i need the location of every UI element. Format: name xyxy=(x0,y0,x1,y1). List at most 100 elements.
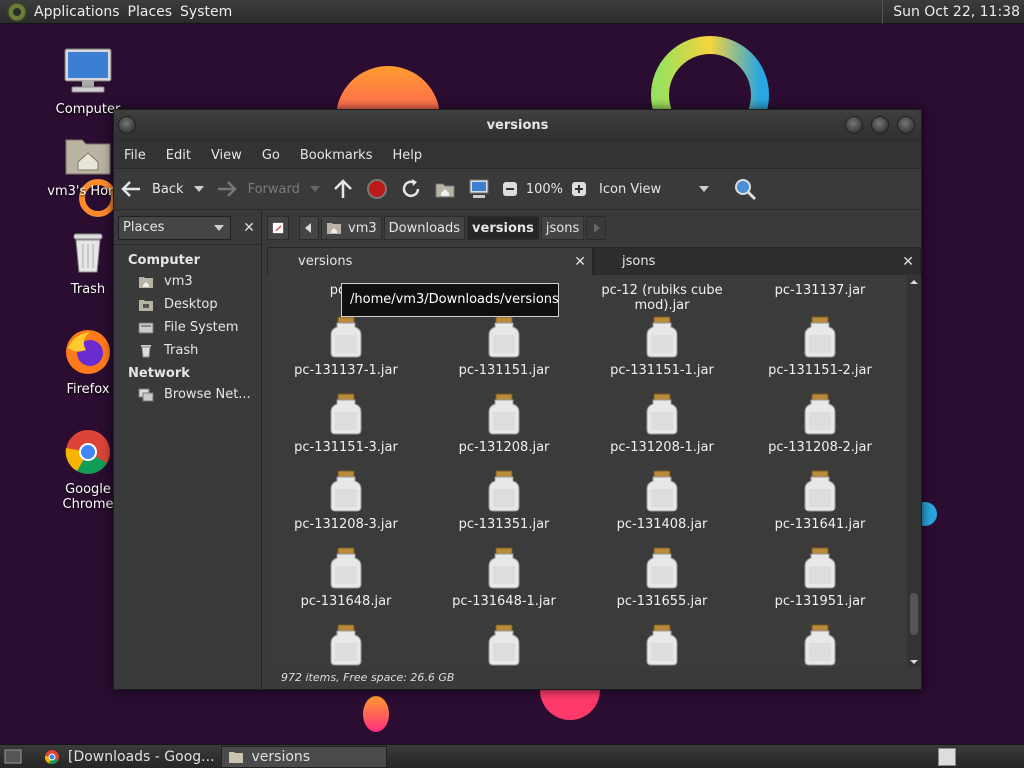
file-item[interactable]: pc-12 (rubiks cube mod).jar xyxy=(583,283,741,313)
home-button[interactable] xyxy=(428,174,462,204)
file-label: pc-131408.jar xyxy=(616,517,708,532)
edit-location-button[interactable] xyxy=(267,216,289,240)
home-folder-icon xyxy=(139,276,153,288)
sidebar-item-browse-network[interactable]: Browse Net... xyxy=(114,383,261,406)
show-desktop-icon xyxy=(4,749,22,763)
zoom-in-button[interactable] xyxy=(565,174,593,204)
file-item[interactable]: pc-131208-1.jar xyxy=(583,392,741,455)
file-item[interactable] xyxy=(583,623,741,667)
back-arrow-icon xyxy=(121,181,140,197)
up-button[interactable] xyxy=(326,174,360,204)
menu-go[interactable]: Go xyxy=(252,148,290,163)
file-item[interactable]: pc-131151-3.jar xyxy=(267,392,425,455)
back-history-dropdown[interactable] xyxy=(193,186,204,192)
scrollbar-thumb[interactable] xyxy=(910,593,918,635)
breadcrumb-vm3[interactable]: vm3 xyxy=(321,216,382,240)
jar-file-icon xyxy=(646,316,678,358)
zoom-out-button[interactable] xyxy=(496,174,524,204)
breadcrumb-label: versions xyxy=(472,220,534,236)
file-item[interactable] xyxy=(267,623,425,667)
distro-logo-icon[interactable] xyxy=(6,1,28,23)
sidebar-item-vm3[interactable]: vm3 xyxy=(114,270,261,293)
file-item[interactable]: pc-131151-1.jar xyxy=(583,315,741,378)
menu-view[interactable]: View xyxy=(201,148,252,163)
file-item[interactable] xyxy=(741,623,899,667)
file-item[interactable]: pc-131151.jar xyxy=(425,315,583,378)
computer-button[interactable] xyxy=(462,174,496,204)
file-item[interactable]: pc-131648-1.jar xyxy=(425,546,583,609)
tab-jsons[interactable]: jsons ✕ xyxy=(593,247,921,275)
search-button[interactable] xyxy=(727,174,763,204)
applications-menu[interactable]: Applications xyxy=(34,4,128,20)
chevron-right-icon xyxy=(594,223,601,233)
chrome-icon xyxy=(65,430,110,474)
file-item[interactable]: pc-131648.jar xyxy=(267,546,425,609)
search-icon xyxy=(735,179,757,201)
jar-file-icon xyxy=(488,393,520,435)
path-scroll-left[interactable] xyxy=(299,216,319,240)
taskbar-item-chrome[interactable]: [Downloads - Goog... xyxy=(38,746,221,768)
sidebar-section-computer: Computer xyxy=(128,253,201,268)
forward-button[interactable]: Forward xyxy=(210,174,326,204)
file-item[interactable]: pc-131951.jar xyxy=(741,546,899,609)
sidebar-close-button[interactable]: ✕ xyxy=(239,217,259,239)
file-item[interactable]: pc-131641.jar xyxy=(741,469,899,532)
jar-file-icon xyxy=(646,547,678,589)
maximize-button[interactable] xyxy=(871,116,889,134)
file-item[interactable]: pc-131408.jar xyxy=(583,469,741,532)
path-scroll-right[interactable] xyxy=(586,216,607,240)
menu-file[interactable]: File xyxy=(114,148,156,163)
sidebar-item-label: Trash xyxy=(164,343,199,358)
sidebar-item-trash[interactable]: Trash xyxy=(114,339,261,362)
close-button[interactable] xyxy=(897,116,915,134)
menu-bookmarks[interactable]: Bookmarks xyxy=(290,148,383,163)
system-menu[interactable]: System xyxy=(180,4,240,20)
breadcrumb-jsons[interactable]: jsons xyxy=(540,216,585,240)
chevron-down-icon xyxy=(699,186,710,192)
top-panel: Applications Places System Sun Oct 22, 1… xyxy=(0,0,1024,24)
file-item[interactable]: pc-131208.jar xyxy=(425,392,583,455)
menu-help[interactable]: Help xyxy=(382,148,432,163)
clock[interactable]: Sun Oct 22, 11:38 xyxy=(882,0,1024,24)
sidebar-mode-select[interactable]: Places xyxy=(118,215,231,240)
show-desktop-button[interactable] xyxy=(0,746,26,768)
close-tab-icon[interactable]: ✕ xyxy=(574,248,586,276)
file-item[interactable]: pc-131137-1.jar xyxy=(267,315,425,378)
forward-history-dropdown[interactable] xyxy=(309,186,320,192)
taskbar-item-versions[interactable]: versions xyxy=(220,745,387,768)
sidebar-item-file-system[interactable]: File System xyxy=(114,316,261,339)
file-label: pc-131351.jar xyxy=(458,517,550,532)
menu-edit[interactable]: Edit xyxy=(156,148,201,163)
places-menu[interactable]: Places xyxy=(128,4,181,20)
file-item[interactable]: pc-131137.jar xyxy=(741,283,899,298)
trash-icon xyxy=(141,344,151,357)
minimize-button[interactable] xyxy=(845,116,863,134)
view-mode-select[interactable]: Icon View xyxy=(593,174,715,204)
breadcrumb-versions[interactable]: versions xyxy=(467,216,539,240)
stop-button[interactable] xyxy=(360,174,394,204)
window-titlebar[interactable]: versions xyxy=(114,110,921,142)
desktop-icon-computer[interactable]: Computer xyxy=(40,46,136,117)
file-view[interactable]: pc-... pc-12 (rubiks cube mod).jar pc-13… xyxy=(267,275,921,667)
breadcrumb-downloads[interactable]: Downloads xyxy=(383,216,466,240)
file-item[interactable] xyxy=(425,623,583,667)
workspace-switcher[interactable] xyxy=(938,748,956,766)
home-icon xyxy=(435,183,455,198)
vertical-scrollbar[interactable] xyxy=(907,275,921,667)
zoom-level[interactable]: 100% xyxy=(524,174,565,204)
sidebar-item-desktop[interactable]: Desktop xyxy=(114,293,261,316)
back-button[interactable]: Back xyxy=(114,174,210,204)
file-item[interactable]: pc-131655.jar xyxy=(583,546,741,609)
file-item[interactable]: pc-131351.jar xyxy=(425,469,583,532)
file-label: pc-12 (rubiks cube mod).jar xyxy=(601,283,723,313)
close-tab-icon[interactable]: ✕ xyxy=(902,248,914,276)
file-item[interactable]: pc-131208-2.jar xyxy=(741,392,899,455)
file-label: pc-131655.jar xyxy=(616,594,708,609)
breadcrumb-label: vm3 xyxy=(348,220,377,236)
tab-versions[interactable]: versions ✕ xyxy=(267,247,593,275)
file-item[interactable]: pc-131151-2.jar xyxy=(741,315,899,378)
window-menu-button[interactable] xyxy=(118,116,136,134)
reload-button[interactable] xyxy=(394,174,428,204)
view-mode-value: Icon View xyxy=(599,181,662,197)
file-item[interactable]: pc-131208-3.jar xyxy=(267,469,425,532)
